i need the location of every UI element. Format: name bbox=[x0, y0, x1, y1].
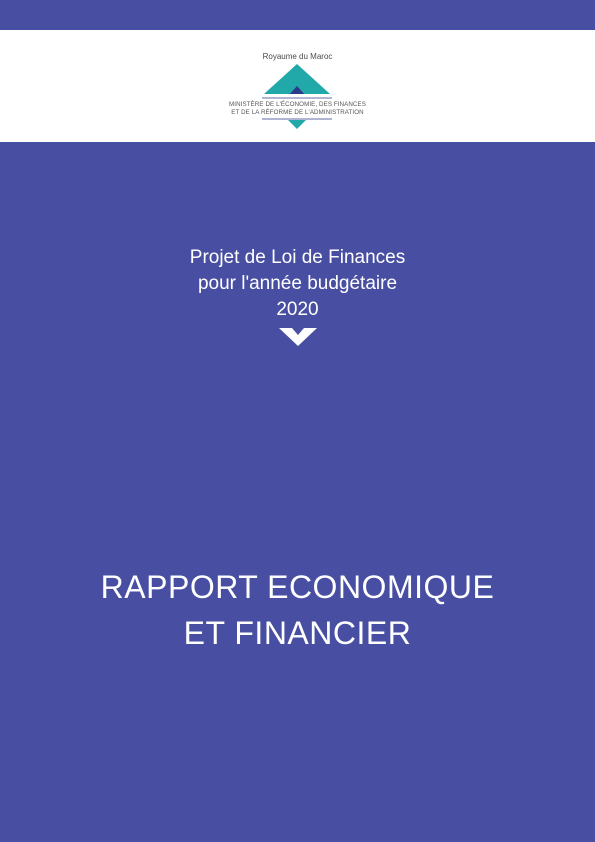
ministry-name-line1: MINISTÈRE DE L'ÉCONOMIE, DES FINANCES bbox=[229, 101, 366, 108]
subtitle-line2: pour l'année budgétaire bbox=[197, 273, 398, 294]
subtitle-line1: Projet de Loi de Finances bbox=[189, 247, 406, 268]
chevron-down-icon bbox=[279, 328, 317, 346]
report-title-line2: ET FINANCIER bbox=[183, 615, 412, 651]
subtitle-year: 2020 bbox=[276, 299, 319, 320]
ministry-logo-icon bbox=[262, 64, 332, 129]
country-name: Royaume du Maroc bbox=[262, 52, 333, 61]
ministry-name-line2: ET DE LA RÉFORME DE L'ADMINISTRATION bbox=[231, 109, 364, 116]
header: Royaume du Maroc MINISTÈRE DE L'ÉCONOMIE… bbox=[0, 30, 595, 142]
top-band bbox=[0, 0, 595, 30]
report-title-line1: RAPPORT ECONOMIQUE bbox=[100, 569, 495, 605]
